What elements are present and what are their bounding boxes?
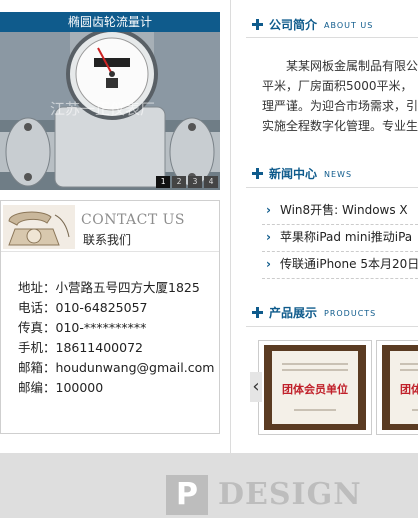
- certificate-title: 团体会员单位: [282, 383, 348, 396]
- news-item[interactable]: 苹果称iPad mini推动iPa: [262, 225, 418, 252]
- footer-logo-mark: P: [166, 475, 208, 515]
- products-title-en: PRODUCTS: [324, 309, 377, 318]
- contact-mobile: 手机：18611400072: [18, 340, 143, 355]
- about-line: 实施全程数字化管理。专业生: [262, 119, 418, 133]
- about-title-cn: 公司简介: [269, 18, 318, 32]
- certificate-frame: 团体会员单位: [382, 345, 418, 430]
- certificate-frame: 团体会员单位: [264, 345, 366, 430]
- contact-fax: 传真：010-**********: [18, 320, 147, 335]
- product-card[interactable]: 团体会员单位: [258, 340, 372, 435]
- news-list: Win8开售: Windows X 苹果称iPad mini推动iPa 传联通i…: [262, 198, 418, 279]
- news-item[interactable]: Win8开售: Windows X: [262, 198, 418, 225]
- products-title-cn: 产品展示: [269, 306, 318, 320]
- contact-postcode: 邮编：100000: [18, 380, 104, 395]
- banner-watermark: 江苏一正仪表厂: [50, 101, 155, 118]
- product-card[interactable]: 团体会员单位: [376, 340, 418, 435]
- contact-email[interactable]: 邮箱：houdunwang@gmail.com: [18, 358, 214, 378]
- about-line: 平米，厂房面积5000平米，: [262, 79, 413, 93]
- plus-icon: [252, 19, 263, 30]
- about-text: 某某网板金属制品有限公 平米，厂房面积5000平米， 理严谨。为迎合市场需求，引…: [262, 56, 418, 136]
- column-divider: [230, 0, 231, 453]
- banner-page-2[interactable]: 2: [172, 176, 186, 188]
- banner-page-1[interactable]: 1: [156, 176, 170, 188]
- banner-title: 椭圆齿轮流量计: [0, 12, 220, 32]
- contact-heading-cn: 联系我们: [83, 233, 132, 247]
- contact-phone: 电话：010-64825057: [18, 300, 148, 315]
- products-prev-button[interactable]: ‹: [250, 372, 262, 402]
- telephone-icon: [3, 205, 75, 249]
- footer-logo-text: DESIGN: [218, 477, 362, 512]
- about-line: 理严谨。为迎合市场需求，引: [262, 99, 418, 113]
- flow-meter-image: 江苏一正仪表厂: [0, 32, 220, 190]
- products-carousel: 团体会员单位 团体会员单位: [250, 340, 418, 435]
- about-line: 某某网板金属制品有限公: [286, 59, 418, 73]
- certificate-title: 团体会员单位: [400, 383, 418, 396]
- contact-header: CONTACT US 联系我们: [1, 201, 219, 252]
- plus-icon: [252, 168, 263, 179]
- contact-box: CONTACT US 联系我们 地址：小营路五号四方大厦1825 电话：010-…: [0, 200, 220, 434]
- about-head-line: [246, 37, 418, 38]
- banner-slideshow[interactable]: 江苏一正仪表厂 1 2 3 4: [0, 32, 220, 190]
- banner-pager: 1 2 3 4: [156, 176, 218, 188]
- plus-icon: [252, 307, 263, 318]
- news-head-line: [246, 187, 418, 188]
- products-head-line: [246, 326, 418, 327]
- contact-heading-en: CONTACT US: [81, 212, 186, 228]
- news-title-cn: 新闻中心: [269, 167, 318, 181]
- contact-info-list: 地址：小营路五号四方大厦1825 电话：010-64825057 传真：010-…: [18, 278, 214, 398]
- banner-page-4[interactable]: 4: [204, 176, 218, 188]
- about-title-en: ABOUT US: [324, 21, 374, 30]
- contact-address: 地址：小营路五号四方大厦1825: [18, 280, 200, 295]
- news-item[interactable]: 传联通iPhone 5本月20日: [262, 252, 418, 279]
- news-title-en: NEWS: [324, 170, 353, 179]
- banner-page-3[interactable]: 3: [188, 176, 202, 188]
